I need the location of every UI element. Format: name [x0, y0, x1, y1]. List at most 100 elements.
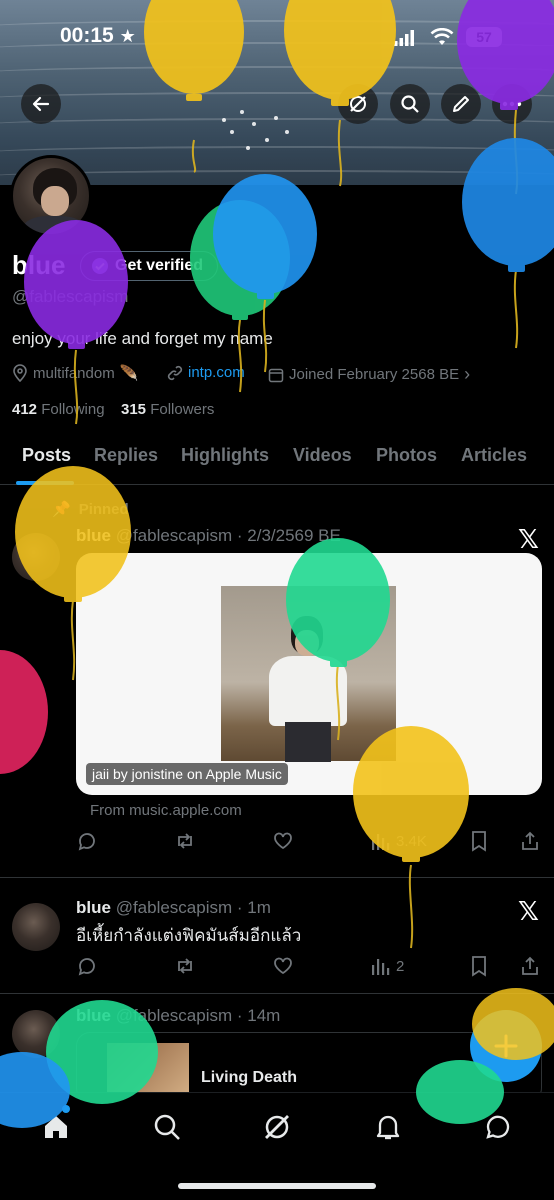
following-label: Following [41, 401, 105, 418]
link-text[interactable]: intp.com [188, 364, 245, 381]
battery-icon: 57 [466, 27, 502, 47]
post-divider [0, 993, 554, 994]
post-handle-time: @fablescapism · 2/3/2569 BE [115, 526, 341, 545]
plus-icon [494, 1034, 518, 1058]
profile-name: blue [12, 250, 66, 280]
post-header: blue @fablescapism · 1m [76, 898, 271, 918]
feather-icon: 🪶 [119, 365, 139, 382]
card-caption: jaii by jonistine on Apple Music [86, 763, 288, 785]
avatar[interactable] [12, 1010, 60, 1058]
views-count: 2 [396, 957, 405, 975]
post-handle-time: @fablescapism · 14m [115, 1006, 281, 1025]
like-icon[interactable] [272, 955, 294, 977]
tab-highlights[interactable]: Highlights [181, 445, 269, 466]
back-arrow-icon [32, 96, 50, 112]
search-icon[interactable] [153, 1113, 181, 1141]
pin-icon: 📌 [52, 501, 71, 518]
bookmark-icon[interactable] [469, 830, 489, 852]
following-count: 412 [12, 401, 38, 418]
home-notification-dot [62, 1105, 70, 1113]
post-author[interactable]: blue [76, 1006, 111, 1025]
compose-button[interactable] [470, 1010, 542, 1082]
post-divider [0, 877, 554, 878]
avatar[interactable] [12, 903, 60, 951]
location-text: multifandom [33, 364, 115, 382]
following-stat[interactable]: 412 Following [12, 401, 105, 418]
pinned-label: 📌 Pinned [52, 500, 129, 519]
post-author[interactable]: blue [76, 526, 111, 545]
x-logo-icon: 𝕏 [518, 896, 539, 926]
post-header: blue @fablescapism · 2/3/2569 BE [76, 526, 341, 546]
search-icon [401, 95, 419, 113]
search-button[interactable] [390, 84, 430, 124]
share-icon[interactable] [520, 955, 540, 977]
profile-avatar[interactable] [10, 155, 92, 237]
location-icon [13, 364, 27, 382]
joined-text: Joined February 2568 BE [289, 366, 460, 383]
repost-icon[interactable] [174, 830, 196, 852]
home-indicator [178, 1183, 376, 1189]
profile-handle: @fablescapism [12, 287, 129, 306]
post-author[interactable]: blue [76, 898, 111, 917]
followers-stat[interactable]: 315 Followers [121, 401, 214, 418]
views-stat[interactable]: 3.4K [370, 831, 427, 851]
get-verified-label: Get verified [115, 257, 204, 274]
album-art [221, 586, 396, 762]
share-icon[interactable] [520, 830, 540, 852]
profile-location: multifandom 🪶 [12, 364, 138, 382]
bookmark-icon[interactable] [469, 955, 489, 977]
x-logo-icon: 𝕏 [518, 524, 539, 554]
card-source: From music.apple.com [90, 802, 242, 819]
signal-icon [394, 30, 414, 51]
repost-icon[interactable] [174, 955, 196, 977]
pinned-text: Pinned [78, 500, 129, 518]
bell-icon[interactable] [374, 1113, 402, 1141]
pencil-icon [453, 96, 469, 112]
calendar-icon [268, 368, 284, 382]
tab-posts[interactable]: Posts [22, 445, 71, 466]
grok-icon [350, 96, 366, 112]
music-card-title: Living Death [201, 1069, 298, 1086]
status-time: 00:15 ★ [60, 24, 136, 47]
post-actions: 3.4K [76, 829, 542, 853]
more-icon [502, 101, 522, 107]
verified-badge-icon [92, 258, 108, 274]
profile-link[interactable]: intp.com [167, 364, 245, 381]
get-verified-button[interactable]: Get verified [80, 251, 219, 281]
tab-articles[interactable]: Articles [461, 445, 527, 466]
wifi-icon [430, 27, 454, 51]
post-header: blue @fablescapism · 14m [76, 1006, 280, 1026]
post-handle-time: @fablescapism · 1m [115, 898, 271, 917]
views-count: 3.4K [396, 832, 427, 850]
profile-tabs: Posts Replies Highlights Videos Photos A… [0, 435, 554, 485]
more-button[interactable] [492, 84, 532, 124]
reply-icon[interactable] [76, 830, 98, 852]
tab-replies[interactable]: Replies [94, 445, 158, 466]
grok-button[interactable] [338, 84, 378, 124]
profile-joined[interactable]: Joined February 2568 BE › [268, 364, 470, 385]
views-stat[interactable]: 2 [370, 956, 404, 976]
messages-icon[interactable] [484, 1113, 512, 1141]
views-icon [372, 959, 390, 975]
edit-button[interactable] [441, 84, 481, 124]
like-icon[interactable] [272, 830, 294, 852]
active-tab-indicator [16, 481, 74, 485]
balloon-pink [0, 650, 48, 774]
battery-level: 57 [476, 29, 492, 45]
chevron-right-icon: › [464, 364, 471, 384]
reply-icon[interactable] [76, 955, 98, 977]
link-card[interactable]: jaii by jonistine on Apple Music [76, 553, 542, 795]
home-icon[interactable] [42, 1113, 70, 1141]
post-actions: 2 [76, 954, 542, 978]
post-text: อีเหี้ยกำลังแต่งฟิคมันส์มอีกแล้ว [76, 926, 302, 945]
followers-count: 315 [121, 401, 147, 418]
link-icon [167, 365, 183, 380]
tab-videos[interactable]: Videos [293, 445, 352, 466]
avatar[interactable] [12, 533, 60, 581]
grok-icon[interactable] [263, 1113, 291, 1141]
tab-photos[interactable]: Photos [376, 445, 437, 466]
views-icon [372, 834, 390, 850]
profile-bio: enjoy your life and forget my name [12, 329, 273, 348]
back-button[interactable] [21, 84, 61, 124]
followers-label: Followers [150, 401, 215, 418]
